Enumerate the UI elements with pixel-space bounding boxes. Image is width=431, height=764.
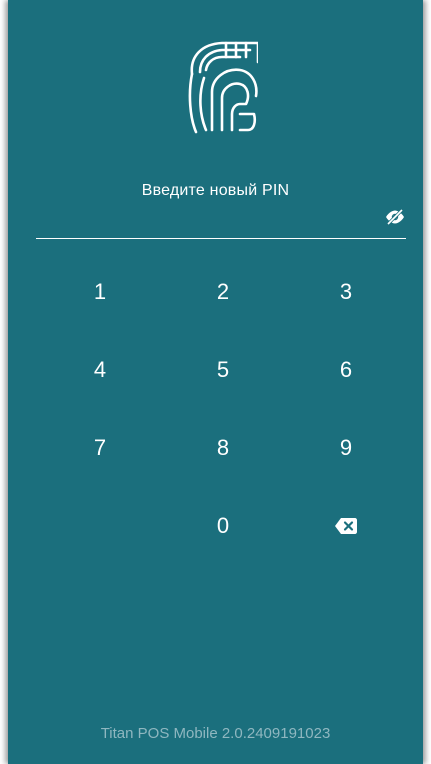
key-1[interactable]: 1 — [63, 266, 137, 318]
key-5[interactable]: 5 — [186, 344, 260, 396]
spartan-helmet-icon — [188, 41, 258, 134]
key-3[interactable]: 3 — [309, 266, 383, 318]
numeric-keypad: 1 2 3 4 5 6 7 8 9 0 — [38, 266, 408, 584]
app-version: Titan POS Mobile 2.0.2409191023 — [100, 725, 331, 742]
key-4[interactable]: 4 — [63, 344, 137, 396]
key-0[interactable]: 0 — [186, 500, 260, 552]
key-9[interactable]: 9 — [309, 422, 383, 474]
key-8[interactable]: 8 — [186, 422, 260, 474]
backspace-icon — [335, 518, 357, 534]
key-2[interactable]: 2 — [186, 266, 260, 318]
pin-input[interactable] — [36, 238, 406, 239]
key-6[interactable]: 6 — [309, 344, 383, 396]
pin-screen: Введите новый PIN 1 2 3 4 5 6 7 8 9 0 Ti… — [8, 0, 423, 764]
key-7[interactable]: 7 — [63, 422, 137, 474]
backspace-button[interactable] — [309, 500, 383, 552]
pin-title: Введите новый PIN — [141, 182, 290, 199]
eye-off-icon[interactable] — [385, 209, 405, 225]
